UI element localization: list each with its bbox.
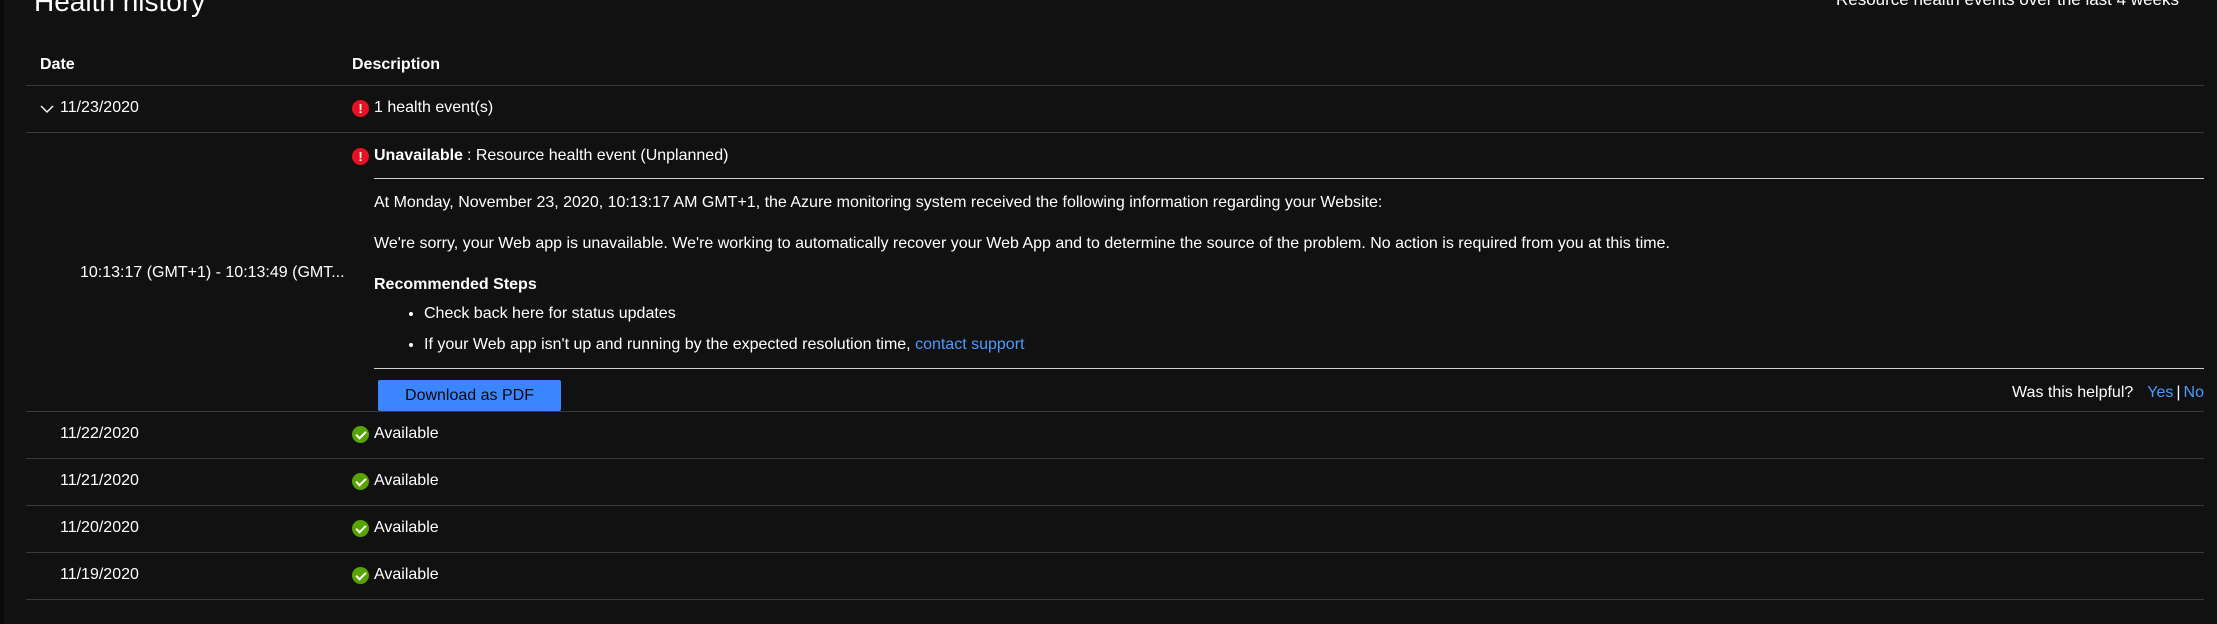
check-circle-icon xyxy=(352,472,369,490)
row-description: 1 health event(s) xyxy=(352,99,494,118)
row-description: Available xyxy=(352,566,439,584)
row-status: Available xyxy=(374,566,439,583)
divider xyxy=(374,178,2204,179)
feedback-question: Was this helpful? xyxy=(2012,384,2134,401)
contact-support-link[interactable]: contact support xyxy=(915,336,1024,353)
event-type: : Resource health event (Unplanned) xyxy=(466,147,729,164)
step-item: If your Web app isn't up and running by … xyxy=(424,336,1024,354)
feedback-prompt: Was this helpful? Yes | No xyxy=(2012,384,2204,402)
row-date: 11/23/2020 xyxy=(60,99,139,116)
table-row[interactable]: 11/20/2020 Available xyxy=(26,506,2204,553)
health-history-table: Date Description 11/23/2020 1 health eve… xyxy=(26,46,2204,600)
table-row[interactable]: 11/22/2020 Available xyxy=(26,412,2204,459)
event-message: We're sorry, your Web app is unavailable… xyxy=(374,235,1670,252)
page-title: Health history xyxy=(34,0,206,17)
row-date: 11/19/2020 xyxy=(60,566,139,583)
page-subtitle: Resource health events over the last 4 w… xyxy=(1836,0,2179,10)
recommended-steps-list: Check back here for status updates If yo… xyxy=(374,305,1024,367)
event-intro: At Monday, November 23, 2020, 10:13:17 A… xyxy=(374,194,1383,211)
error-circle-icon xyxy=(352,147,369,166)
download-pdf-button[interactable]: Download as PDF xyxy=(378,380,561,411)
error-circle-icon xyxy=(352,99,369,118)
step-text: If your Web app isn't up and running by … xyxy=(424,336,911,353)
row-date: 11/20/2020 xyxy=(60,519,139,536)
row-status: Available xyxy=(374,519,439,536)
row-date: 11/22/2020 xyxy=(60,425,139,442)
check-circle-icon xyxy=(352,425,369,443)
table-row[interactable]: 11/19/2020 Available xyxy=(26,553,2204,600)
event-detail-row: 10:13:17 (GMT+1) - 10:13:49 (GMT... Unav… xyxy=(26,133,2204,412)
event-heading: Unavailable : Resource health event (Unp… xyxy=(352,147,729,166)
table-row[interactable]: 11/21/2020 Available xyxy=(26,459,2204,506)
table-row-expanded-group[interactable]: 11/23/2020 1 health event(s) xyxy=(26,86,2204,133)
feedback-yes-link[interactable]: Yes xyxy=(2147,384,2173,401)
row-date: 11/21/2020 xyxy=(60,472,139,489)
column-header-date: Date xyxy=(40,56,75,73)
row-description: Available xyxy=(352,425,439,443)
row-status: Available xyxy=(374,425,439,442)
row-description: Available xyxy=(352,472,439,490)
recommended-steps-title: Recommended Steps xyxy=(374,276,537,293)
feedback-no-link[interactable]: No xyxy=(2184,384,2204,401)
chevron-down-icon[interactable] xyxy=(40,102,54,116)
row-status: Available xyxy=(374,472,439,489)
check-circle-icon xyxy=(352,519,369,537)
table-header: Date Description xyxy=(26,46,2204,86)
divider xyxy=(374,368,2204,369)
event-count: 1 health event(s) xyxy=(374,99,494,116)
check-circle-icon xyxy=(352,566,369,584)
column-header-description: Description xyxy=(352,56,441,73)
step-item: Check back here for status updates xyxy=(424,305,1024,323)
row-description: Available xyxy=(352,519,439,537)
left-edge xyxy=(0,0,4,624)
event-status: Unavailable xyxy=(374,147,463,164)
feedback-separator: | xyxy=(2176,384,2181,401)
event-time-range: 10:13:17 (GMT+1) - 10:13:49 (GMT... xyxy=(80,264,345,281)
